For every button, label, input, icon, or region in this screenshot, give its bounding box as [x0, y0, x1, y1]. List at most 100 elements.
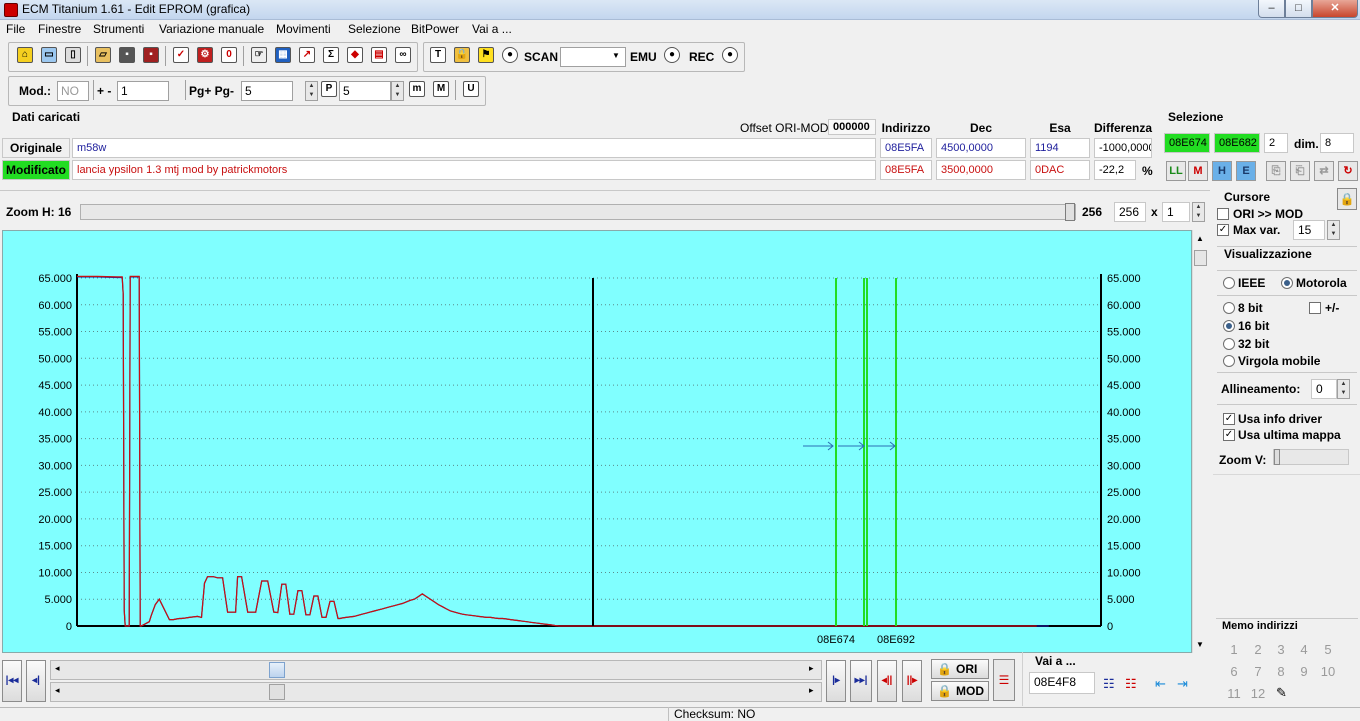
scroll-left-icon-2[interactable]: ◂	[55, 685, 60, 696]
menu-selezione[interactable]: Selezione	[348, 22, 401, 36]
zoom-v-slider[interactable]	[1273, 449, 1349, 465]
zoom-mult-spinner[interactable]: ▲ ▼	[1192, 202, 1205, 222]
zero-icon[interactable]: 0	[221, 47, 237, 63]
float-radio[interactable]	[1223, 355, 1235, 367]
select-start-icon[interactable]: LL	[1166, 161, 1186, 181]
hand-icon[interactable]: ☞	[251, 47, 267, 63]
memo-1[interactable]: 1	[1226, 642, 1242, 657]
memo-11[interactable]: 11	[1224, 686, 1244, 701]
position-thumb-1[interactable]	[269, 662, 285, 678]
open-folder-icon[interactable]: ▱	[95, 47, 111, 63]
select-hi-icon[interactable]: H	[1212, 161, 1232, 181]
dim-input[interactable]: 8	[1320, 133, 1354, 153]
m-icon[interactable]: m	[409, 81, 425, 97]
memo-2[interactable]: 2	[1250, 642, 1266, 657]
usa-ultima-checkbox[interactable]: ✓	[1223, 429, 1235, 441]
padlock-icon[interactable]: 🔒	[1337, 188, 1357, 210]
runner-icon[interactable]: ⚑	[478, 47, 494, 63]
scroll-left-icon[interactable]: ◂	[55, 663, 60, 674]
check-icon[interactable]: ✓	[173, 47, 189, 63]
step-input[interactable]: 1	[117, 81, 169, 101]
menu-finestre[interactable]: Finestre	[38, 22, 81, 36]
sigma-icon[interactable]: Σ	[323, 47, 339, 63]
emu-record-icon[interactable]: ●	[664, 47, 680, 63]
settings-icon[interactable]: ⚙	[197, 47, 213, 63]
position-scroll-2[interactable]: ◂ ▸	[50, 682, 822, 702]
memo-4[interactable]: 4	[1296, 642, 1312, 657]
grid-icon[interactable]: ▤	[371, 47, 387, 63]
select-end-icon[interactable]: E	[1236, 161, 1256, 181]
m2-icon[interactable]: M	[433, 81, 449, 97]
p-spinner[interactable]: ▲ ▼	[391, 81, 404, 101]
nav-prev-diff-button[interactable]: ◂||	[877, 660, 897, 702]
menu-movimenti[interactable]: Movimenti	[276, 22, 331, 36]
memo-12[interactable]: 12	[1248, 686, 1268, 701]
zoom-mult[interactable]: 1	[1162, 202, 1190, 222]
zoom-h-slider[interactable]	[80, 203, 1076, 221]
menu-vai-a[interactable]: Vai a ...	[472, 22, 512, 36]
page-input[interactable]: 5	[241, 81, 293, 101]
allineamento-spinner[interactable]: ▲ ▼	[1337, 379, 1350, 399]
scroll-up-icon[interactable]: ▲	[1196, 234, 1204, 243]
rec-record-icon[interactable]: ●	[722, 47, 738, 63]
scroll-thumb[interactable]	[1194, 250, 1207, 266]
zoom-v-thumb[interactable]	[1274, 449, 1280, 465]
record-icon-1[interactable]: ●	[502, 47, 518, 63]
32bit-radio[interactable]	[1223, 338, 1235, 350]
go-left-icon[interactable]: ⇤	[1155, 676, 1166, 692]
menu-variazione-manuale[interactable]: Variazione manuale	[159, 22, 264, 36]
allineamento-input[interactable]: 0	[1311, 379, 1337, 399]
max-var-input[interactable]: 15	[1293, 220, 1325, 240]
table-icon[interactable]: ▦	[275, 47, 291, 63]
chevron-down-icon[interactable]: ▼	[612, 51, 620, 60]
vai-a-input[interactable]: 08E4F8	[1029, 672, 1095, 694]
menu-bitpower[interactable]: BitPower	[411, 22, 459, 36]
position-thumb-2[interactable]	[269, 684, 285, 700]
memo-8[interactable]: 8	[1273, 664, 1289, 679]
compare-icon[interactable]: ☰	[993, 659, 1015, 701]
copy-sel-icon[interactable]: ⎘	[1266, 161, 1286, 181]
maximize-button[interactable]: □	[1285, 0, 1312, 18]
u-icon[interactable]: U	[463, 81, 479, 97]
nav-first-button[interactable]: |◂◂	[2, 660, 22, 702]
zoom-value-2[interactable]: 256	[1114, 202, 1146, 222]
select-mark-icon[interactable]: M	[1188, 161, 1208, 181]
mod-input[interactable]: NO	[57, 81, 89, 101]
position-scroll-1[interactable]: ◂ ▸	[50, 660, 822, 680]
zoom-h-thumb[interactable]	[1065, 203, 1075, 221]
go-ori-icon[interactable]: ☷	[1103, 676, 1115, 692]
paste-sel-icon[interactable]: ⎗	[1290, 161, 1310, 181]
memo-6[interactable]: 6	[1226, 664, 1242, 679]
binoculars-icon[interactable]: ∞	[395, 47, 411, 63]
lock-icon[interactable]: 🔒	[454, 47, 470, 63]
memo-10[interactable]: 10	[1318, 664, 1338, 679]
8bit-radio[interactable]	[1223, 302, 1235, 314]
memo-9[interactable]: 9	[1296, 664, 1312, 679]
shapes-icon[interactable]: ◆	[347, 47, 363, 63]
memo-3[interactable]: 3	[1273, 642, 1289, 657]
menu-strumenti[interactable]: Strumenti	[93, 22, 144, 36]
scroll-right-icon-2[interactable]: ▸	[809, 685, 814, 696]
mod-button[interactable]: 🔒 MOD	[931, 681, 989, 701]
scroll-right-icon[interactable]: ▸	[809, 663, 814, 674]
memo-edit-icon[interactable]: ✎	[1276, 685, 1287, 701]
refresh-icon[interactable]: ↻	[1338, 161, 1358, 181]
go-mod-icon[interactable]: ☷	[1125, 676, 1137, 692]
max-var-checkbox[interactable]: ✓	[1217, 224, 1229, 236]
save-icon[interactable]: ▪	[119, 47, 135, 63]
scroll-down-icon[interactable]: ▼	[1196, 640, 1204, 649]
text-icon[interactable]: T	[430, 47, 446, 63]
home-icon[interactable]: ⌂	[17, 47, 33, 63]
go-right-icon[interactable]: ⇥	[1177, 676, 1188, 692]
nav-last-button[interactable]: ▸▸|	[850, 660, 872, 702]
ori-button[interactable]: 🔒 ORI	[931, 659, 989, 679]
memo-7[interactable]: 7	[1250, 664, 1266, 679]
p-icon[interactable]: P	[321, 81, 337, 97]
close-button[interactable]: ✕	[1312, 0, 1358, 18]
nav-prev-button[interactable]: ◂|	[26, 660, 46, 702]
page-spinner[interactable]: ▲ ▼	[305, 81, 318, 101]
max-var-spinner[interactable]: ▲ ▼	[1327, 220, 1340, 240]
menu-file[interactable]: File	[6, 22, 25, 36]
usa-info-checkbox[interactable]: ✓	[1223, 413, 1235, 425]
document-icon[interactable]: ▯	[65, 47, 81, 63]
